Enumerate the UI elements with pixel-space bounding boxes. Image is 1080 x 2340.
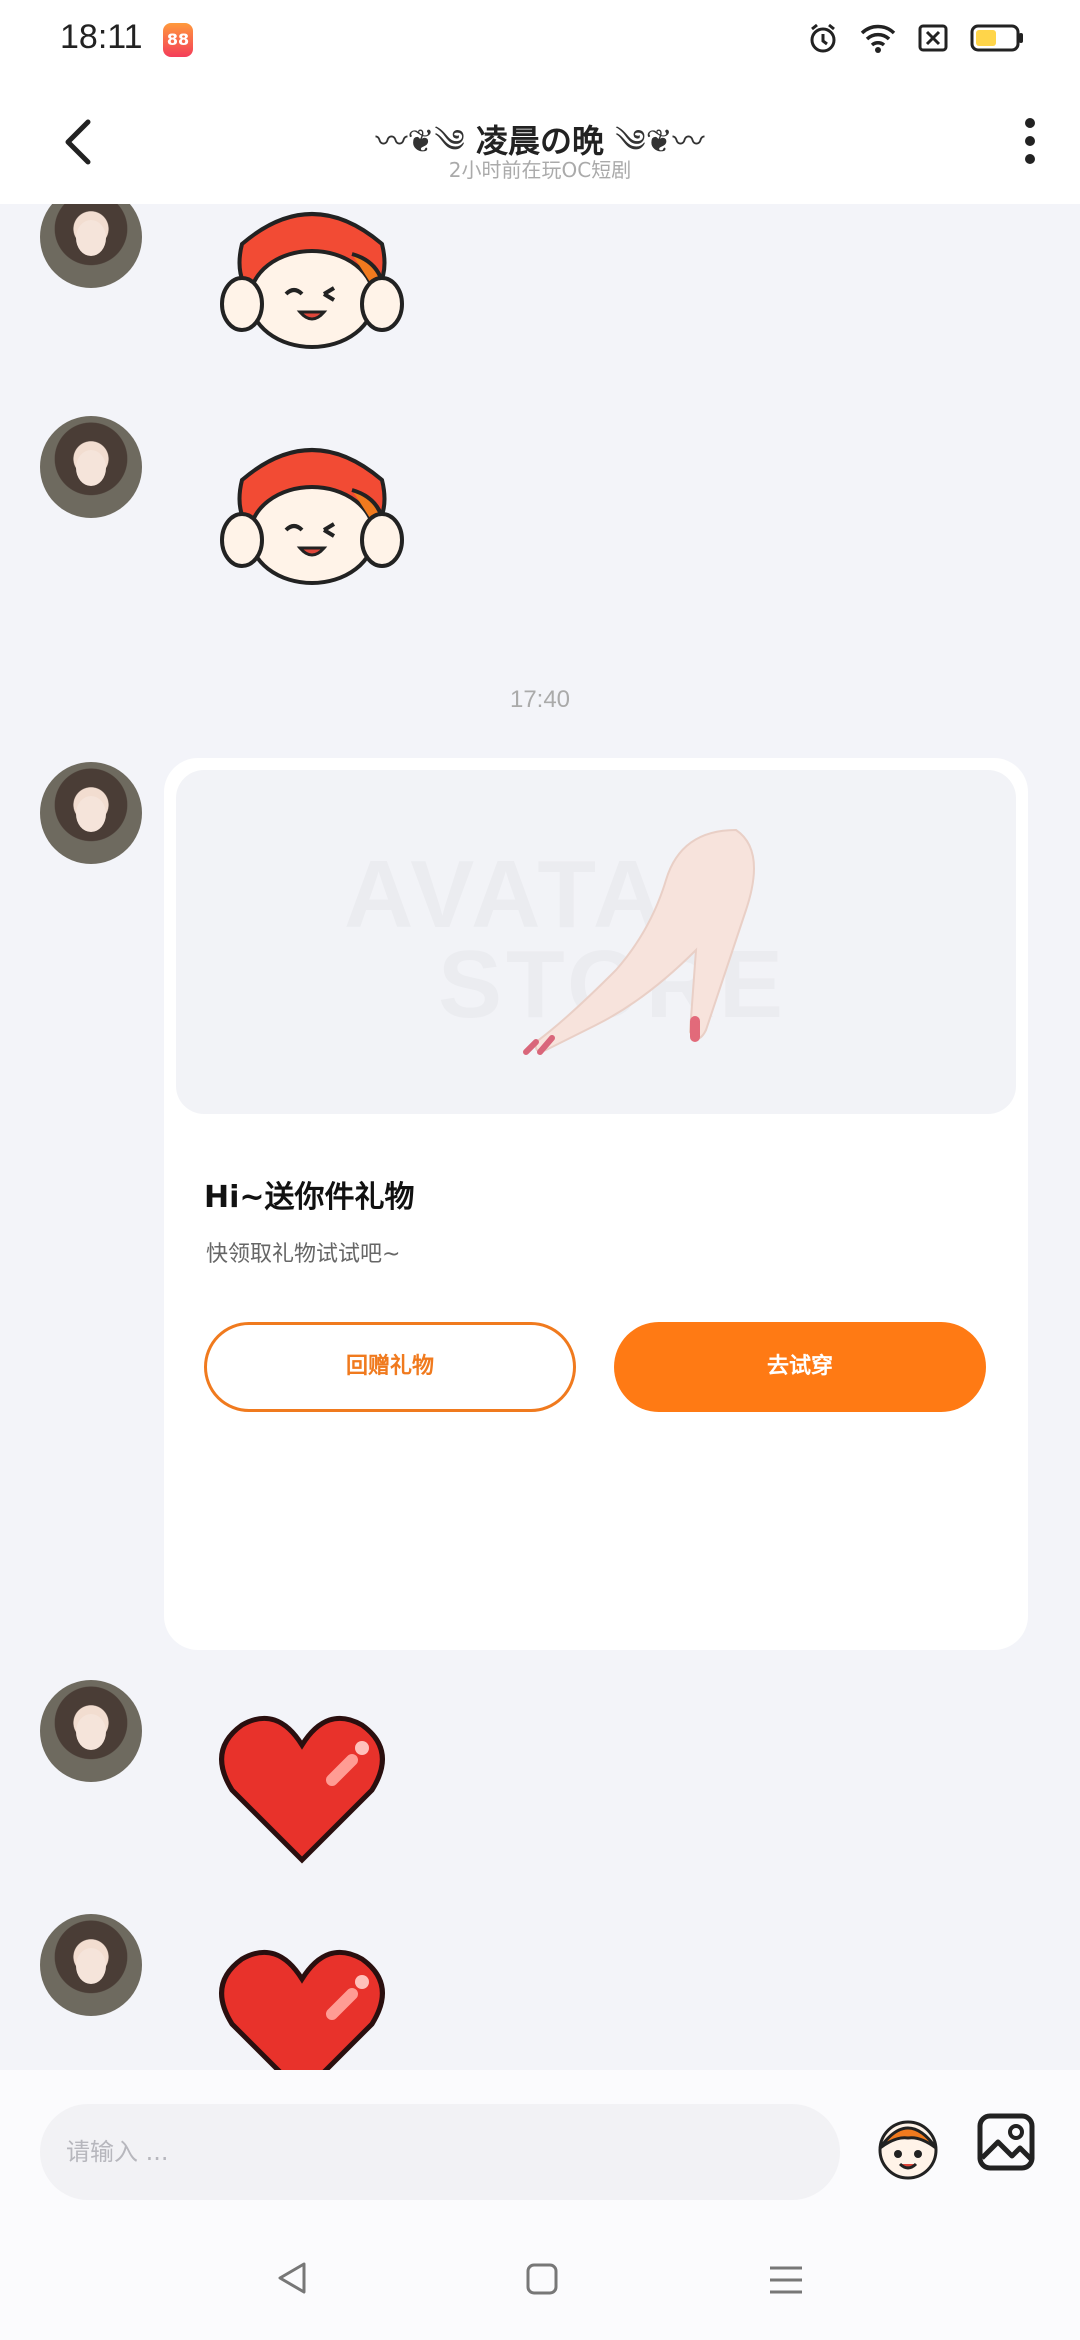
composer-bar (0, 2070, 1080, 2220)
gift-title: Hi~送你件礼物 (204, 1180, 415, 1215)
gift-description: 快领取礼物试试吧~ (206, 1242, 401, 1267)
nav-menu-icon[interactable] (768, 2264, 804, 2296)
avatar[interactable] (40, 1680, 142, 1782)
chat-header: 〰❦༄ 凌晨の晩 ༄❦〰 2小时前在玩OC短剧 (0, 80, 1080, 204)
gift-image[interactable]: AVATAR STORE (176, 770, 1016, 1114)
red-heart-sticker-icon[interactable] (212, 1944, 392, 2070)
alarm-icon (808, 22, 838, 58)
chat-messages[interactable]: 17:40 AVATAR STORE Hi~送你件礼物 快领取礼物试试吧~ 回赠… (0, 204, 1080, 2070)
message-timestamp: 17:40 (509, 686, 571, 713)
avatar[interactable] (40, 204, 142, 288)
battery-icon (970, 24, 1024, 56)
more-dot-icon (1025, 118, 1035, 128)
app-badge-icon: 88 (163, 23, 193, 57)
status-bar: 18:11 88 (0, 0, 1080, 80)
image-button[interactable] (976, 2112, 1036, 2172)
gift-card: AVATAR STORE Hi~送你件礼物 快领取礼物试试吧~ 回赠礼物 去试穿 (164, 758, 1028, 1650)
avatar[interactable] (40, 762, 142, 864)
nav-back-icon[interactable] (274, 2260, 310, 2296)
contact-status: 2小时前在玩OC短剧 (448, 158, 632, 182)
return-gift-button[interactable]: 回赠礼物 (204, 1322, 576, 1412)
sim-off-icon (918, 24, 948, 56)
status-icons (808, 22, 1024, 58)
message-input[interactable] (40, 2104, 840, 2200)
hug-character-sticker-icon[interactable] (212, 204, 412, 354)
status-time: 18:11 (60, 18, 143, 56)
more-dot-icon (1025, 136, 1035, 146)
red-heart-sticker-icon[interactable] (212, 1710, 392, 1870)
sticker-button[interactable] (870, 2108, 946, 2184)
wifi-icon (860, 23, 896, 57)
more-options-button[interactable] (1016, 112, 1044, 172)
avatar[interactable] (40, 416, 142, 518)
nav-home-icon[interactable] (525, 2262, 559, 2296)
try-on-button[interactable]: 去试穿 (614, 1322, 986, 1412)
gift-hand-icon (523, 828, 755, 1055)
system-nav-bar (0, 2220, 1080, 2340)
more-dot-icon (1025, 154, 1035, 164)
hug-character-sticker-icon[interactable] (212, 430, 412, 590)
avatar[interactable] (40, 1914, 142, 2016)
